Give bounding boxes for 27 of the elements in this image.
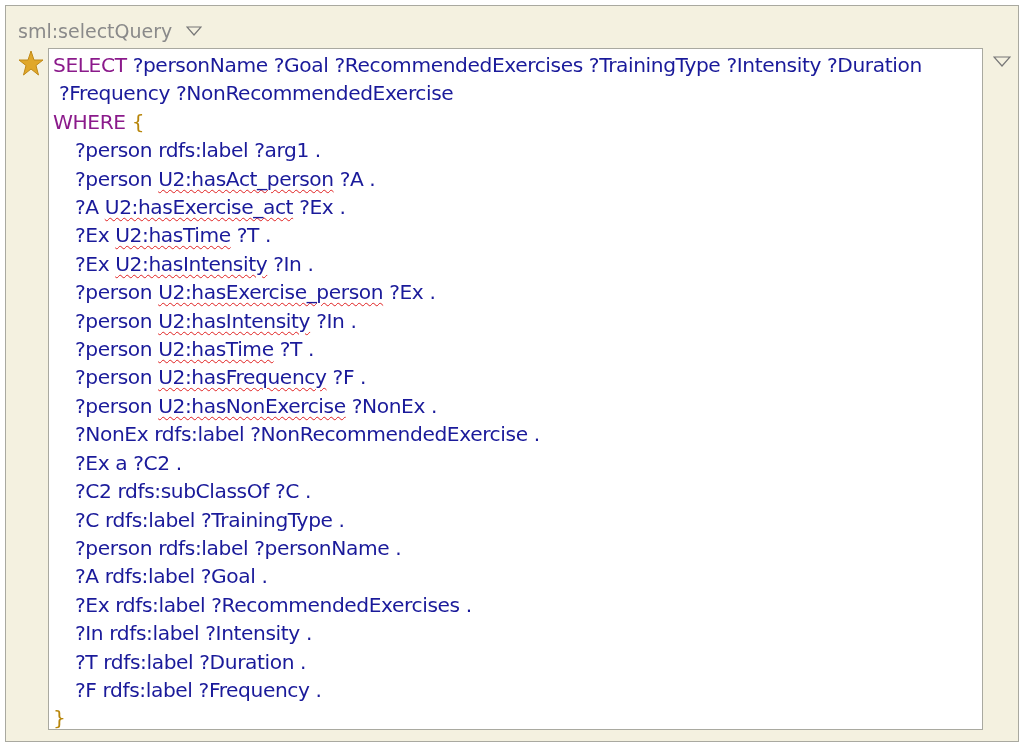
code-line: ?person U2:hasFrequency ?F . — [74, 364, 368, 392]
code-line: ?Ex U2:hasTime ?T . — [74, 222, 273, 250]
code-line: ?Frequency ?NonRecommendedExercise — [58, 80, 455, 108]
code-line: ?person rdfs:label ?arg1 . — [74, 137, 322, 165]
field-label: sml:selectQuery — [18, 20, 173, 42]
code-line: ?person U2:hasAct_person ?A . — [74, 165, 377, 193]
code-line: } — [53, 705, 67, 733]
dropdown-icon[interactable] — [186, 26, 203, 36]
code-line: ?person U2:hasExercise_person ?Ex . — [74, 279, 437, 307]
code-line: ?Ex rdfs:label ?RecommendedExercises . — [74, 591, 473, 619]
code-line: ?C rdfs:label ?TrainingType . — [74, 506, 346, 534]
dropdown-icon[interactable] — [993, 56, 1011, 67]
code-line: ?person U2:hasTime ?T . — [74, 336, 315, 364]
code-line: ?Ex a ?C2 . — [74, 449, 183, 477]
code-line: ?person U2:hasNonExercise ?NonEx . — [74, 392, 439, 420]
code-line: ?C2 rdfs:subClassOf ?C . — [74, 478, 312, 506]
code-line: ?A rdfs:label ?Goal . — [74, 563, 269, 591]
code-line: ?In rdfs:label ?Intensity . — [74, 620, 313, 648]
code-line: ?T rdfs:label ?Duration . — [74, 648, 308, 676]
code-line: ?Ex U2:hasIntensity ?In . — [74, 250, 315, 278]
code-line: WHERE { — [53, 108, 146, 136]
code-line: ?person U2:hasIntensity ?In . — [74, 307, 358, 335]
code-line: ?F rdfs:label ?Frequency . — [74, 676, 323, 704]
code-line: SELECT ?personName ?Goal ?RecommendedExercises ?TrainingType ?Intensity ?Duration — [53, 52, 923, 79]
code-line: ?A U2:hasExercise_act ?Ex . — [74, 194, 347, 222]
code-line: ?person rdfs:label ?personName . — [74, 534, 403, 562]
code-line: ?NonEx rdfs:label ?NonRecommendedExercise . — [74, 421, 541, 449]
